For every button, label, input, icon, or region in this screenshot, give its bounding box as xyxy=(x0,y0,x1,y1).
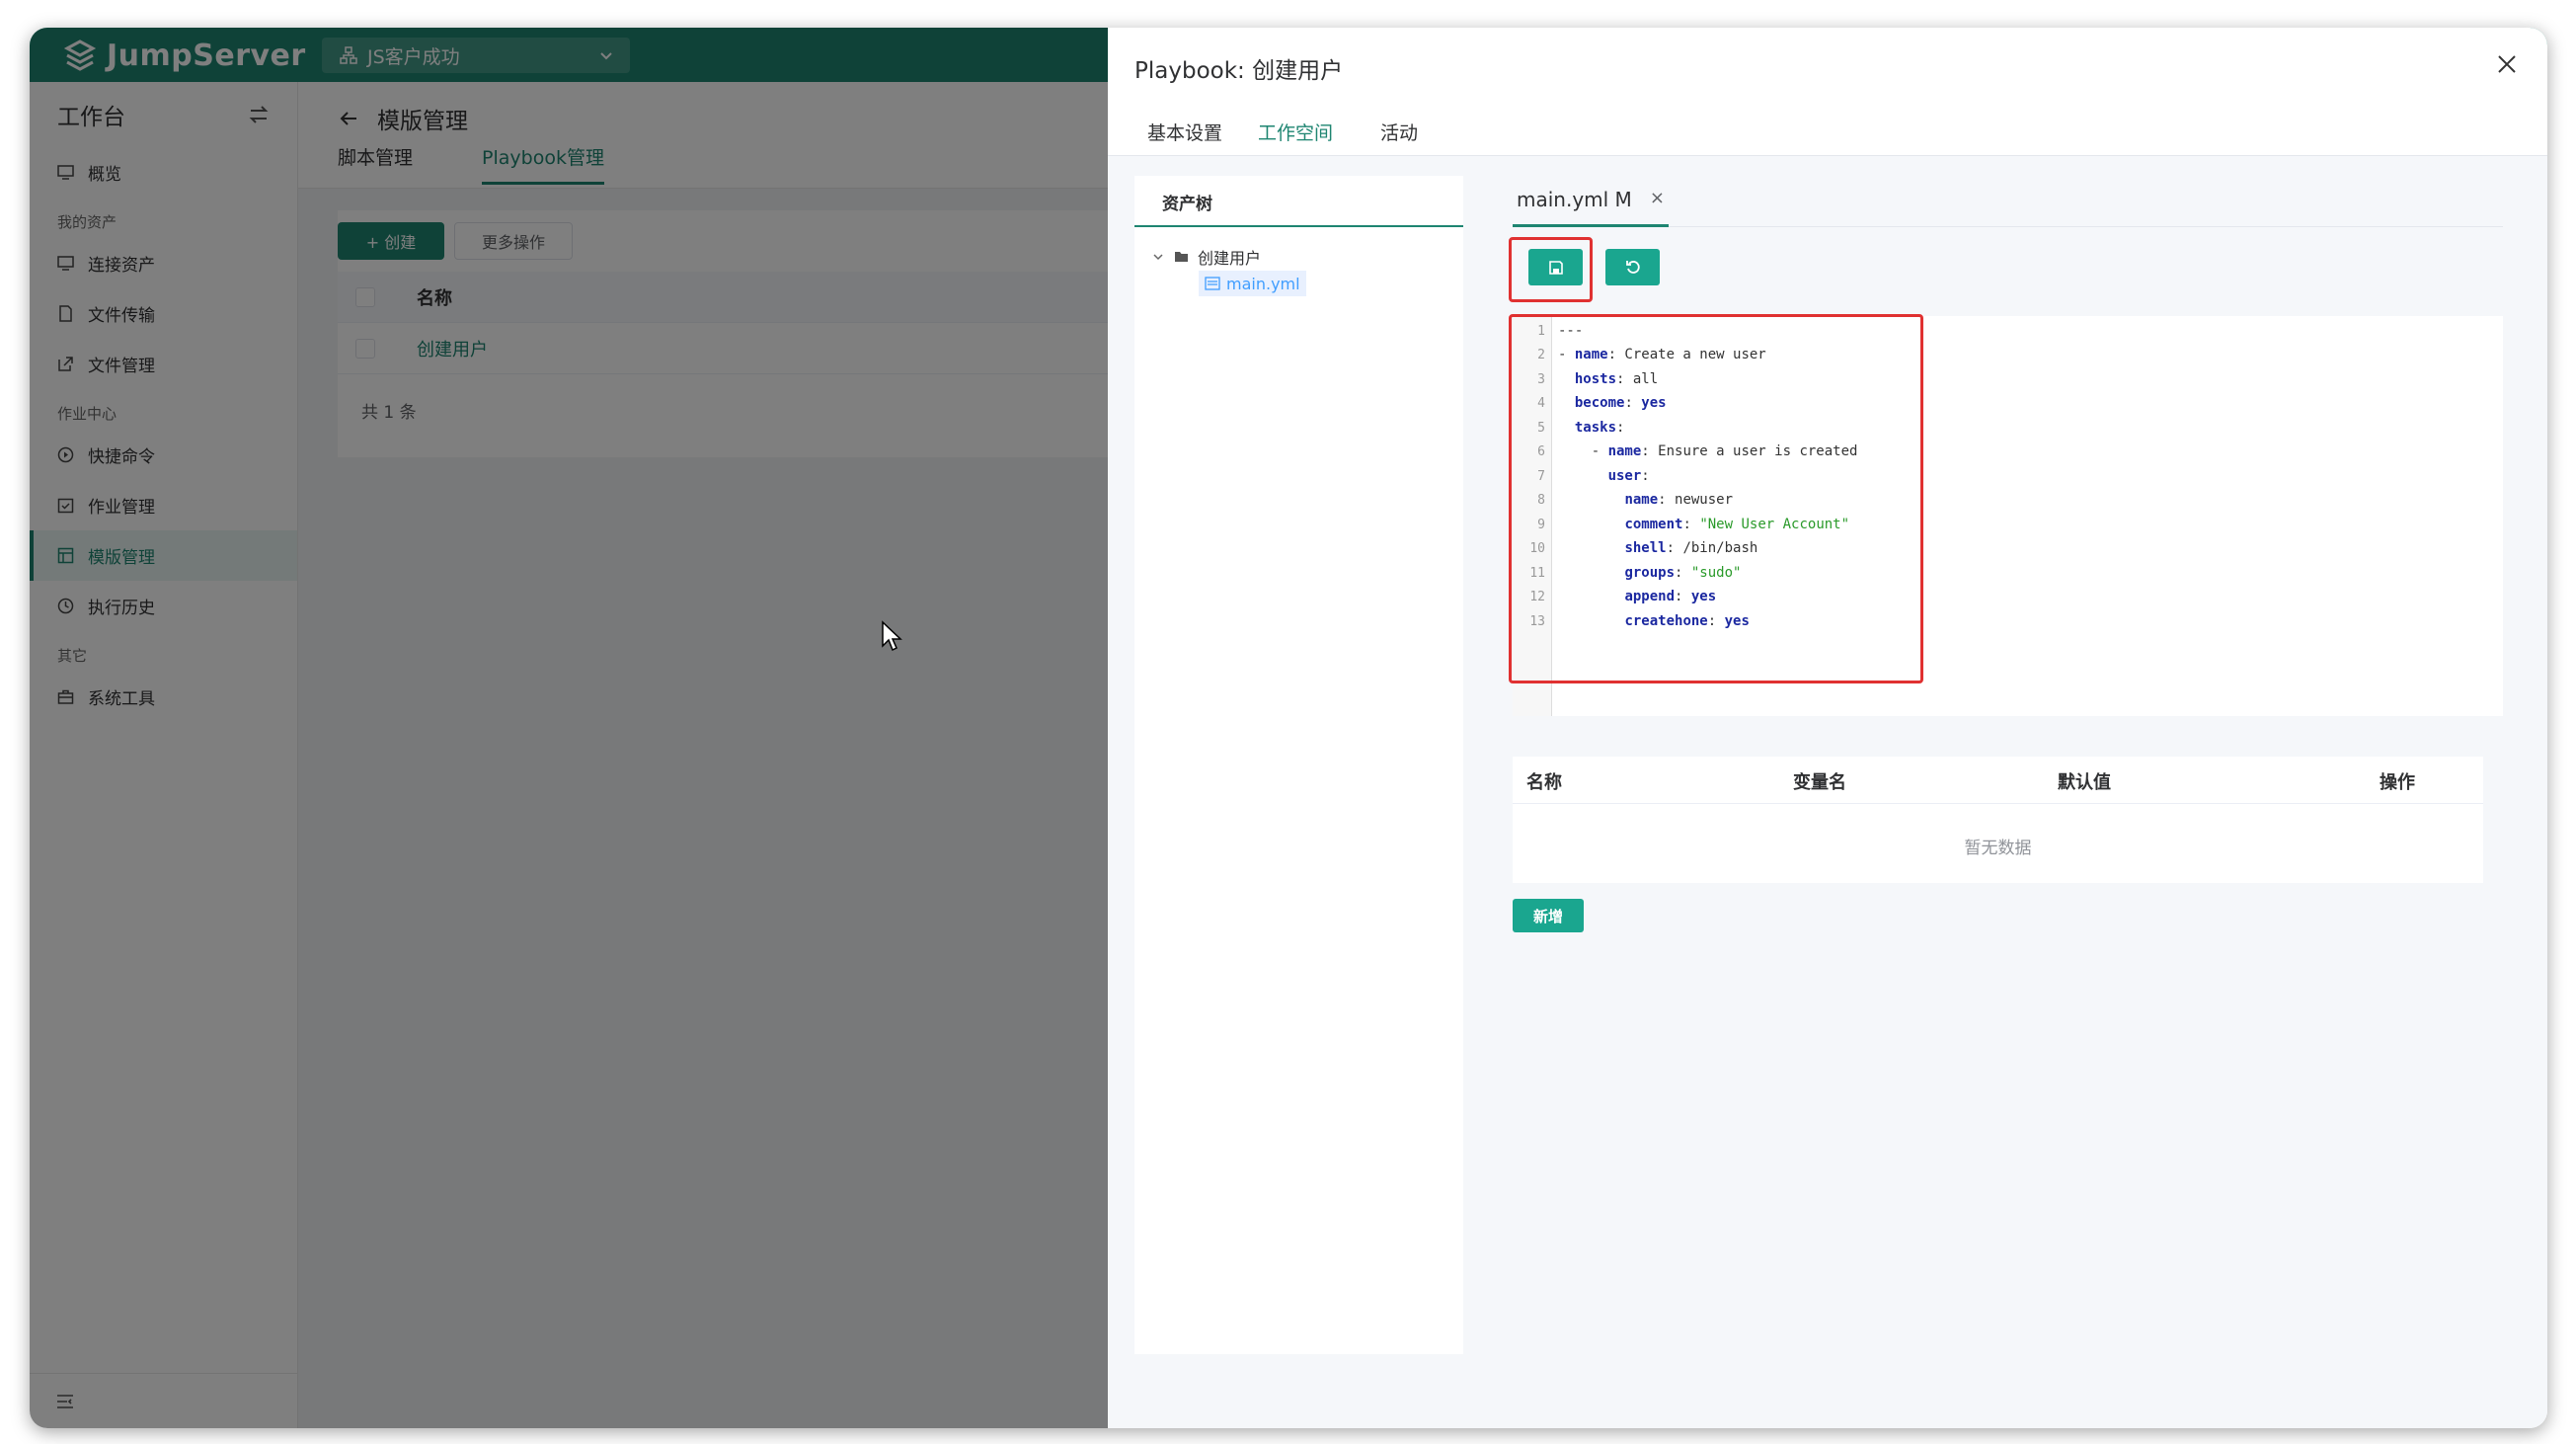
column-var-name: 变量名 xyxy=(1793,772,1846,793)
modal-overlay[interactable] xyxy=(30,28,1108,1428)
undo-icon xyxy=(1625,260,1640,274)
variables-table-header: 名称 变量名 默认值 操作 xyxy=(1513,757,2483,804)
file-tabs: main.yml M × xyxy=(1513,176,2503,227)
column-default-value: 默认值 xyxy=(2058,772,2111,793)
empty-state: 暂无数据 xyxy=(1964,839,2032,858)
playbook-drawer: Playbook: 创建用户 基本设置 工作空间 活动 资产树 创建用户 mai… xyxy=(1108,28,2547,1428)
folder-open-icon xyxy=(1175,252,1188,262)
file-tab-main-yml[interactable]: main.yml M × xyxy=(1513,188,1669,227)
tree-folder[interactable]: 创建用户 xyxy=(1150,245,1261,269)
file-tab-label: main.yml M xyxy=(1517,188,1632,211)
app-window: JumpServer JS客户成功 工作台 概览 我的资产 xyxy=(30,28,2547,1428)
tree-file-main-yml[interactable]: main.yml xyxy=(1199,271,1306,296)
close-icon[interactable] xyxy=(2494,51,2520,77)
add-variable-button[interactable]: 新增 xyxy=(1513,899,1584,932)
chevron-down-icon[interactable] xyxy=(1150,249,1166,265)
tree-folder-label: 创建用户 xyxy=(1198,249,1262,268)
tab-basic-settings[interactable]: 基本设置 xyxy=(1147,119,1222,157)
code-highlight xyxy=(1509,314,1923,683)
editor-panel: main.yml M × 1 2 3 4 5 6 7 8 9 10 11 12 … xyxy=(1483,176,2518,1354)
revert-button[interactable] xyxy=(1605,249,1660,285)
drawer-title: Playbook: 创建用户 xyxy=(1134,58,1344,84)
asset-tree-panel: 资产树 创建用户 main.yml xyxy=(1134,176,1463,1354)
tab-activity[interactable]: 活动 xyxy=(1380,119,1418,157)
save-button-highlight xyxy=(1509,237,1593,302)
column-actions: 操作 xyxy=(2380,772,2415,793)
asset-tree-header: 资产树 xyxy=(1134,176,1463,227)
workspace-body: 资产树 创建用户 main.yml main.yml M × 1 2 3 4 5… xyxy=(1108,156,2547,1428)
tab-workspace[interactable]: 工作空间 xyxy=(1258,119,1334,160)
column-var-label: 名称 xyxy=(1526,772,1562,793)
file-tab-close-icon[interactable]: × xyxy=(1650,188,1665,224)
tree-file-label: main.yml xyxy=(1226,274,1300,293)
file-text-icon xyxy=(1205,277,1220,290)
variables-table: 名称 变量名 默认值 操作 暂无数据 xyxy=(1513,757,2483,883)
drawer-tabs: 基本设置 工作空间 活动 xyxy=(1108,105,2547,160)
mouse-cursor-icon xyxy=(882,620,902,652)
